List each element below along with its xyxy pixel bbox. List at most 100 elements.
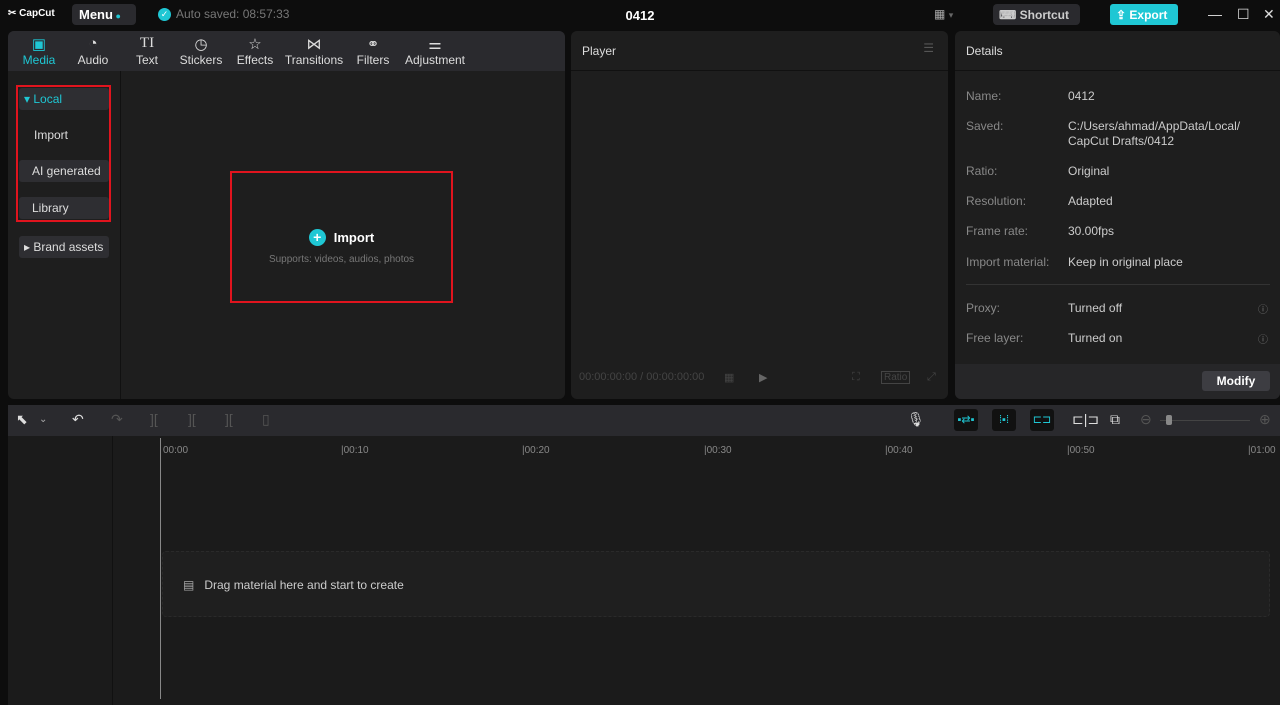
detail-row: Frame rate: 30.00fps: [966, 224, 1276, 238]
ruler-tick-label: |01:00: [1248, 445, 1276, 456]
player-controls: 00:00:00:00 / 00:00:00:00 ▦ ▶ ⛶ Ratio ⤢: [579, 371, 941, 384]
media-icon: ▣: [31, 36, 47, 53]
detail-row: Resolution: Adapted: [966, 194, 1276, 208]
tab-label: Media: [22, 53, 56, 67]
detail-label: Name:: [966, 89, 1002, 103]
media-tabs: ▣ Media ◔ Audio TI Text ◷ Stickers ☆ Effects …: [8, 31, 565, 71]
shortcut-button[interactable]: ⌨ Shortcut: [993, 4, 1080, 25]
player-header: Player ☰: [571, 31, 948, 71]
tab-filters[interactable]: ⚭ Filters: [346, 31, 400, 71]
split-left-icon[interactable]: ][: [188, 411, 196, 427]
tab-label: Stickers: [179, 53, 223, 67]
layout-button[interactable]: ▦ ▾: [934, 7, 953, 21]
shortcut-label: Shortcut: [1019, 8, 1070, 22]
time-ruler[interactable]: 00:00 |00:10 |00:20 |00:30 |00:40 |00:50…: [113, 436, 1280, 456]
ruler-tick-label: |00:30: [704, 445, 732, 456]
audio-icon: ◔: [88, 35, 98, 52]
import-area[interactable]: + Import Supports: videos, audios, photos: [230, 171, 453, 303]
tab-media[interactable]: ▣ Media: [12, 31, 66, 71]
detail-row: Ratio: Original: [966, 164, 1276, 178]
keyboard-icon: ⌨: [999, 8, 1017, 22]
play-icon[interactable]: ▶: [759, 371, 767, 384]
auto-snap-icon[interactable]: ⁞▪⁞: [992, 409, 1016, 431]
detail-value: Adapted: [1068, 194, 1113, 208]
delete-icon[interactable]: ▯: [262, 411, 270, 428]
detail-value: 0412: [1068, 89, 1095, 103]
menu-icon[interactable]: ☰: [923, 41, 934, 55]
detail-value: 30.00fps: [1068, 224, 1115, 238]
main-track-magnet-icon[interactable]: ▪⇄▪: [954, 409, 978, 431]
filters-icon: ⚭: [366, 36, 380, 53]
fullscreen-icon[interactable]: ⤢: [927, 371, 936, 384]
select-cursor-icon[interactable]: ⬉: [16, 411, 28, 428]
detail-row: Import material: Keep in original place: [966, 255, 1276, 269]
highlight-box: [16, 85, 111, 222]
zoom-timeline-icon[interactable]: ⧉: [1110, 411, 1120, 428]
details-title: Details: [955, 31, 1280, 71]
export-icon: ⇪: [1116, 8, 1127, 22]
split-right-icon[interactable]: ][: [225, 411, 233, 427]
tab-label: Text: [135, 53, 158, 67]
track-header-divider: [112, 436, 113, 705]
modify-button[interactable]: Modify: [1202, 371, 1270, 391]
tab-label: Effects: [236, 53, 274, 67]
sidebar-item-brand-assets[interactable]: ▸ Brand assets: [19, 236, 109, 258]
detail-label: Ratio:: [966, 164, 998, 178]
media-sidebar: ▾ Local Import AI generated Library ▸ Br…: [8, 71, 121, 399]
drop-zone[interactable]: ▤ Drag material here and start to create: [162, 551, 1270, 617]
tab-text[interactable]: TI Text: [120, 31, 174, 71]
detail-value: Turned on: [1068, 331, 1123, 345]
help-icon[interactable]: ⓘ: [1258, 301, 1268, 316]
zoom-slider[interactable]: [1160, 415, 1250, 425]
close-button[interactable]: ✕: [1263, 6, 1275, 23]
detail-row: Proxy: Turned off ⓘ: [966, 301, 1276, 316]
split-icon[interactable]: ][: [150, 411, 158, 427]
detail-label: Frame rate:: [966, 224, 1029, 238]
ratio-button[interactable]: Ratio: [881, 371, 911, 384]
effects-icon: ☆: [248, 36, 262, 53]
tab-transitions[interactable]: ⋈ Transitions: [282, 31, 346, 71]
details-footer: Modify: [955, 364, 1280, 399]
minimize-button[interactable]: —: [1208, 6, 1222, 22]
detail-label: Proxy:: [966, 301, 1001, 315]
preview-axis-icon[interactable]: ⊏|⊐: [1072, 411, 1099, 428]
player-title: Player: [582, 44, 617, 58]
maximize-button[interactable]: ☐: [1237, 6, 1250, 23]
title-bar: ✂ CapCut Menu ● ⌄ ✓Auto saved: 08:57:33 …: [0, 0, 1280, 37]
detail-value: Keep in original place: [1068, 255, 1183, 269]
ruler-tick-label: |00:40: [885, 445, 913, 456]
import-label: Import: [333, 230, 375, 245]
linkage-icon[interactable]: ⊏⊐: [1030, 409, 1054, 431]
detail-label: Resolution:: [966, 194, 1027, 208]
grid-icon[interactable]: ▦: [724, 371, 734, 384]
chevron-down-icon: ▾: [948, 10, 954, 20]
import-button[interactable]: + Import: [232, 229, 451, 246]
tab-stickers[interactable]: ◷ Stickers: [174, 31, 228, 71]
tab-label: Audio: [77, 53, 109, 67]
ruler-tick-label: |00:50: [1067, 445, 1095, 456]
timeline-toolbar: ⬉ ⌄ ↶ ↷ ][ ][ ][ ▯ 🎙 ▪⇄▪ ⁞▪⁞ ⊏⊐ ⊏|⊐ ⧉ ⊖ …: [8, 405, 1280, 436]
zoom-in-icon[interactable]: ⊕: [1259, 411, 1271, 428]
redo-icon[interactable]: ↷: [111, 411, 123, 428]
detail-label: Free layer:: [966, 331, 1024, 345]
export-label: Export: [1129, 8, 1168, 22]
ruler-tick-label: 00:00: [163, 445, 189, 456]
timecode: 00:00:00:00 / 00:00:00:00: [579, 371, 705, 383]
tab-effects[interactable]: ☆ Effects: [228, 31, 282, 71]
tab-label: Transitions: [284, 53, 344, 67]
undo-icon[interactable]: ↶: [72, 411, 84, 428]
zoom-slider-handle[interactable]: [1166, 415, 1172, 425]
detail-row: Free layer: Turned on ⓘ: [966, 331, 1276, 346]
help-icon[interactable]: ⓘ: [1258, 331, 1268, 346]
zoom-out-icon[interactable]: ⊖: [1140, 411, 1152, 428]
tab-audio[interactable]: ◔ Audio: [66, 31, 120, 71]
zoom-fit-icon[interactable]: ⛶: [852, 371, 860, 384]
tab-adjustment[interactable]: ⚌ Adjustment: [400, 31, 470, 71]
chevron-down-icon[interactable]: ⌄: [39, 414, 47, 425]
microphone-icon[interactable]: 🎙: [907, 411, 925, 428]
detail-row: Name: 0412: [966, 89, 1276, 103]
player-panel: Player ☰ 00:00:00:00 / 00:00:00:00 ▦ ▶ ⛶ …: [571, 31, 948, 399]
playhead[interactable]: [160, 438, 161, 699]
stickers-icon: ◷: [194, 36, 208, 53]
export-button[interactable]: ⇪ Export: [1110, 4, 1178, 25]
